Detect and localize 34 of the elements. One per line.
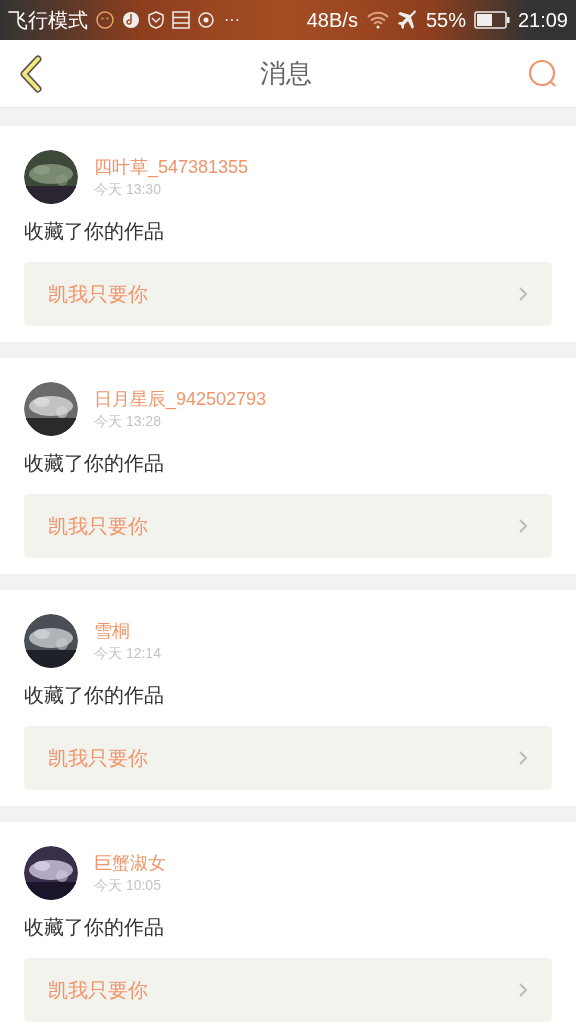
wifi-icon [365, 11, 390, 29]
mode-text: 飞行模式 [8, 8, 88, 33]
work-link[interactable]: 凯我只要你 [24, 958, 552, 1022]
network-speed: 48B/s [306, 8, 358, 33]
message-time: 今天 13:30 [94, 180, 162, 199]
battery-percent: 55% [425, 8, 466, 33]
shield-icon [148, 11, 164, 29]
message-time: 今天 13:28 [94, 412, 162, 431]
work-link[interactable]: 凯我只要你 [24, 726, 552, 790]
battery-icon [473, 11, 510, 29]
user-name[interactable]: 巨蟹淑女 [94, 851, 166, 875]
user-name[interactable]: 四叶草_547381355 [94, 155, 249, 179]
storage-icon [172, 11, 190, 29]
camera-icon [198, 11, 216, 29]
user-name[interactable]: 雪桐 [94, 619, 161, 643]
chevron-right-icon [518, 750, 528, 766]
chevron-right-icon [518, 518, 528, 534]
message-text: 收藏了你的作品 [24, 683, 165, 708]
smiley-icon [96, 11, 114, 29]
work-link[interactable]: 凯我只要你 [24, 262, 552, 326]
chevron-right-icon [518, 982, 528, 998]
message-text: 收藏了你的作品 [24, 219, 165, 244]
message-text: 收藏了你的作品 [24, 451, 165, 476]
clock: 21:09 [517, 8, 568, 33]
chevron-right-icon [518, 286, 528, 302]
user-name[interactable]: 日月星辰_942502793 [94, 387, 267, 411]
more-notifications: ··· [224, 10, 240, 30]
message-time: 今天 10:05 [94, 876, 162, 895]
music-icon [122, 11, 140, 29]
page-title: 消息 [260, 57, 312, 90]
work-link[interactable]: 凯我只要你 [24, 494, 552, 558]
message-time: 今天 12:14 [94, 644, 161, 663]
message-text: 收藏了你的作品 [24, 915, 165, 940]
airplane-icon [397, 10, 418, 30]
